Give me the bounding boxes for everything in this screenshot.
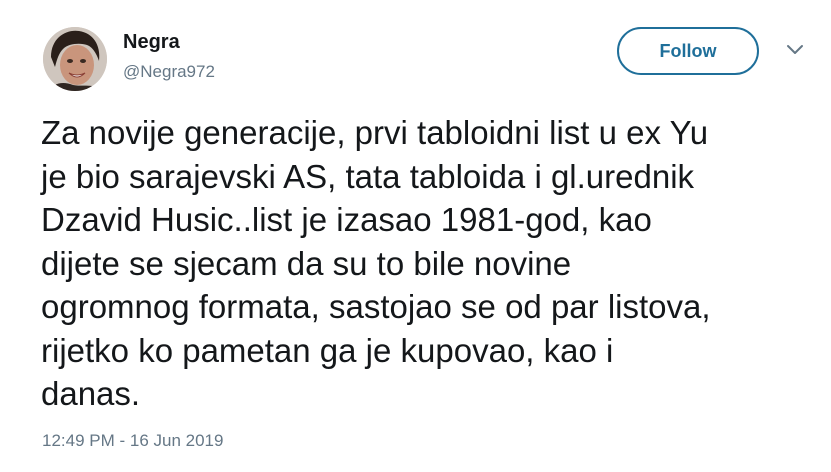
tweet-card: Negra @Negra972 Follow Za novije generac… (0, 0, 831, 472)
avatar-image (43, 27, 107, 91)
tweet-text-line: Za novije generacije, prvi tabloidni lis… (41, 114, 709, 151)
tweet-text-line: ogromnog formata, sastojao se od par lis… (41, 288, 711, 325)
display-name[interactable]: Negra (123, 30, 180, 54)
chevron-down-icon[interactable] (786, 43, 804, 57)
tweet-text: Za novije generacije, prvi tabloidni lis… (41, 111, 821, 416)
tweet-text-line: dijete se sjecam da su to bile novine (41, 244, 572, 282)
tweet-text-line: danas. (41, 375, 141, 412)
tweet-timestamp[interactable]: 12:49 PM - 16 Jun 2019 (42, 430, 223, 452)
user-handle[interactable]: @Negra972 (123, 61, 215, 83)
tweet-text-line: Dzavid Husic..list je izasao 1981-god, k… (41, 201, 652, 238)
tweet-text-line: rijetko ko pametan ga je kupovao, kao i (41, 331, 614, 369)
tweet-text-line: je bio sarajevski AS, tata tabloida i gl… (41, 157, 695, 195)
follow-button[interactable]: Follow (617, 27, 759, 75)
avatar[interactable] (43, 27, 107, 91)
